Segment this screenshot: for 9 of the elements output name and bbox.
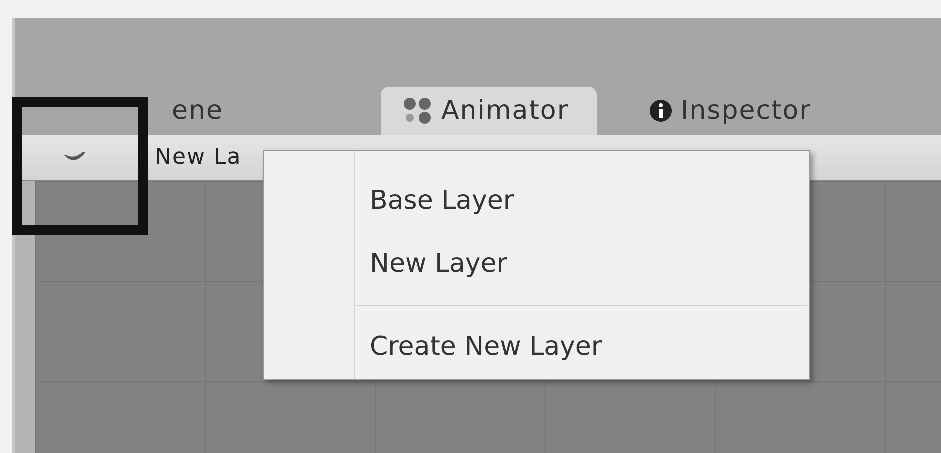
tab[interactable]: ene [150,87,252,135]
nodes-icon [403,97,434,125]
tab[interactable]: Animator [381,87,598,135]
menu-item[interactable]: Create New Layer [264,316,809,379]
menu-item[interactable]: New Layer [264,232,809,295]
info-icon [649,99,674,123]
tab[interactable]: Inspector [627,87,840,135]
menu-item[interactable]: Base Layer [264,169,809,232]
layer-name[interactable]: New La [155,145,242,170]
